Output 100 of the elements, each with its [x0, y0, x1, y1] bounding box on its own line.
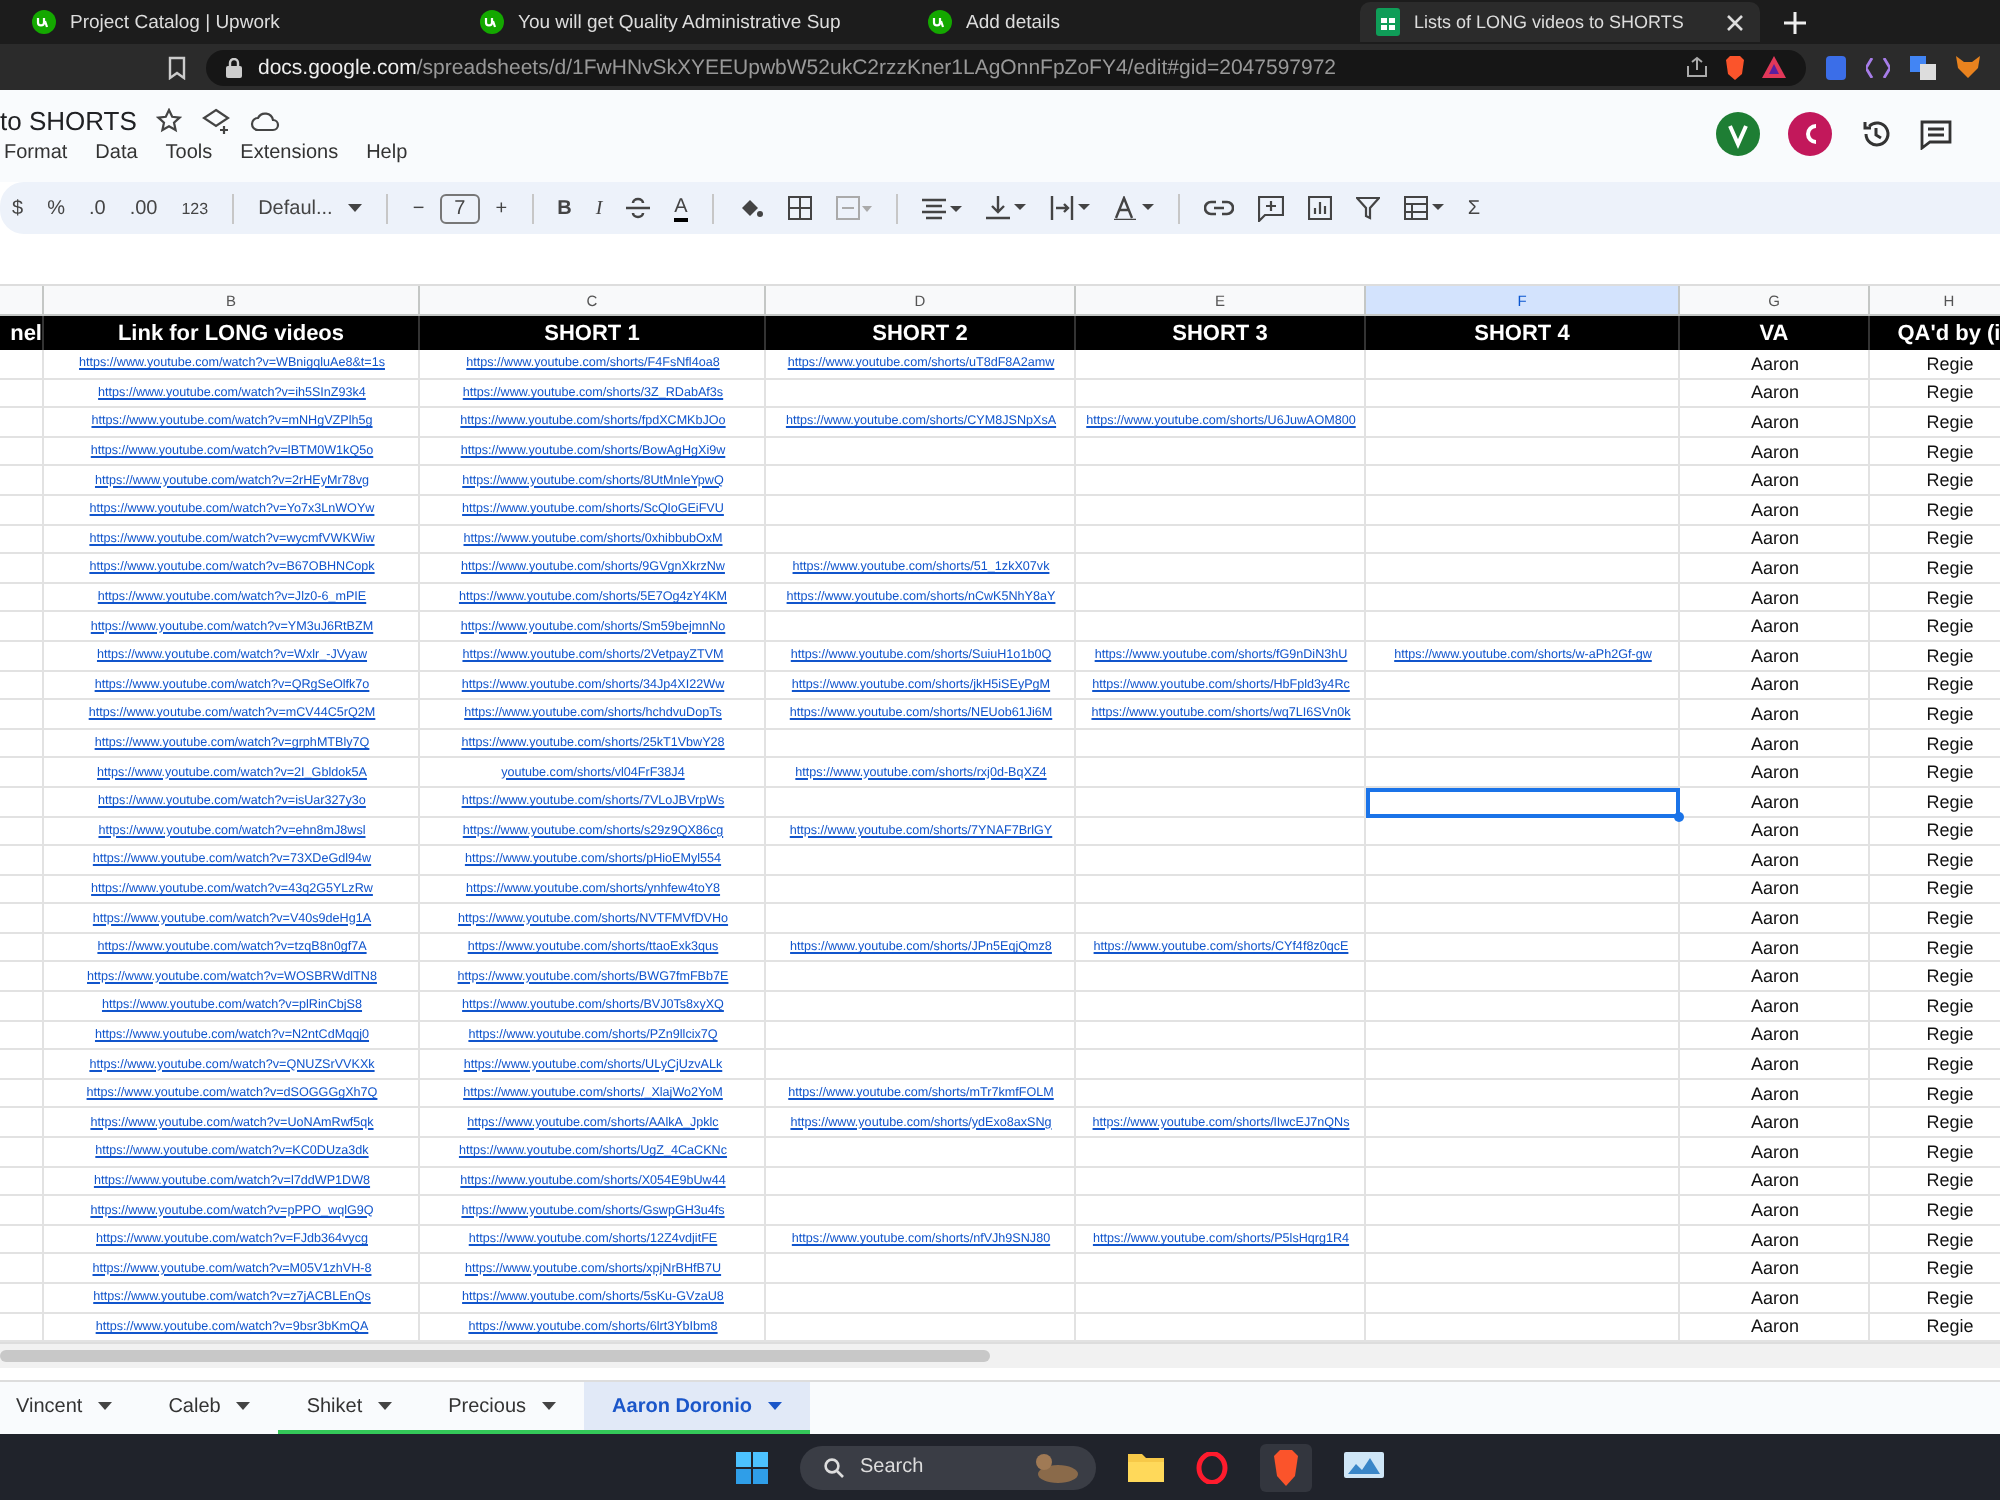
- sheet-tab[interactable]: Vincent: [0, 1382, 141, 1434]
- table-cell-text: Aaron: [1748, 585, 1802, 611]
- sheets-icon: [1376, 8, 1400, 36]
- table-cell-text: Regie: [1924, 468, 1976, 494]
- caret-icon[interactable]: [98, 1402, 113, 1410]
- document-title[interactable]: to SHORTS: [0, 106, 137, 136]
- lion-icon[interactable]: [1270, 1449, 1302, 1485]
- align-icon[interactable]: [921, 197, 962, 219]
- search-icon: [824, 1457, 844, 1477]
- lion-icon[interactable]: [1724, 55, 1746, 79]
- comment-icon[interactable]: [1920, 119, 1952, 149]
- menu-item[interactable]: Format: [4, 142, 68, 164]
- vertical-align-icon[interactable]: [985, 196, 1026, 220]
- bookmark-icon[interactable]: [168, 55, 186, 79]
- table-cell-text: Regie: [1924, 409, 1976, 436]
- menu-item[interactable]: Extensions: [240, 142, 339, 164]
- table-cell-text: Aaron: [1748, 935, 1802, 961]
- strikethrough-icon[interactable]: [626, 196, 651, 220]
- table-cell-text: Aaron: [1748, 526, 1802, 553]
- new-tab-icon[interactable]: [1784, 11, 1806, 33]
- selected-cell[interactable]: [1366, 787, 1680, 817]
- move-icon[interactable]: [202, 108, 231, 134]
- bold-button[interactable]: B: [557, 197, 572, 219]
- menu-item[interactable]: Help: [366, 142, 408, 164]
- filter-views-icon[interactable]: [1403, 196, 1444, 220]
- browser-tab[interactable]: You will get Quality Administrative Sup: [464, 2, 908, 42]
- sheet-tab[interactable]: Aaron Doronio: [584, 1382, 811, 1434]
- caret-icon[interactable]: [378, 1402, 393, 1410]
- extension-icon[interactable]: [1826, 55, 1846, 79]
- filter-icon[interactable]: [1355, 196, 1380, 220]
- table-cell-text: Regie: [1924, 380, 1976, 407]
- add-comment-icon[interactable]: [1257, 195, 1284, 221]
- table-cell-text: Aaron: [1748, 993, 1802, 1020]
- functions-button[interactable]: Σ: [1467, 197, 1481, 219]
- decrease-decimals-button[interactable]: .0: [88, 197, 106, 219]
- address-field[interactable]: docs.google.com/spreadsheets/d/1FwHNvSkXYEEUpwbW52ukC2rzzKner1LAgOnnFpZoFY4/edit#gid=2047597972: [206, 49, 1806, 85]
- table-cell-text: Aaron: [1748, 701, 1802, 728]
- avatar-icon[interactable]: [1716, 112, 1760, 156]
- table-cell-text: Aaron: [1748, 906, 1802, 932]
- menu-item[interactable]: Data: [95, 142, 138, 164]
- table-cell-text: Regie: [1924, 701, 1976, 728]
- caret-icon[interactable]: [348, 204, 363, 212]
- folder-icon[interactable]: [1128, 1452, 1164, 1482]
- translate-icon[interactable]: [1910, 55, 1936, 79]
- close-icon[interactable]: [1726, 13, 1744, 31]
- windows-icon[interactable]: [736, 1451, 768, 1483]
- table-cell-text: Aaron: [1748, 1052, 1802, 1078]
- upwork-icon: [32, 10, 56, 34]
- brackets-icon[interactable]: [1866, 57, 1890, 77]
- table-cell-text: Regie: [1924, 1285, 1976, 1312]
- table-cell-text: Aaron: [1748, 614, 1802, 640]
- history-icon[interactable]: [1860, 118, 1892, 150]
- increase-size-button[interactable]: +: [495, 197, 508, 219]
- caret-icon[interactable]: [542, 1402, 557, 1410]
- cloud-icon[interactable]: [250, 110, 281, 132]
- table-cell-text: Aaron: [1748, 672, 1802, 699]
- browser-tab[interactable]: Lists of LONG videos to SHORTS: [1360, 2, 1760, 42]
- browser-tab[interactable]: Project Catalog | Upwork: [16, 2, 460, 42]
- ring-icon[interactable]: [1196, 1451, 1228, 1483]
- avatar-icon[interactable]: [1788, 112, 1832, 156]
- table-cell-text: Regie: [1924, 760, 1976, 786]
- table-cell-text: Regie: [1924, 555, 1976, 582]
- link-icon[interactable]: [1203, 200, 1234, 216]
- wrap-icon[interactable]: [1049, 196, 1090, 220]
- table-cell-text: Regie: [1924, 1168, 1976, 1195]
- table-cell-text: Aaron: [1748, 789, 1802, 815]
- decrease-size-button[interactable]: −: [412, 197, 425, 219]
- table-cell-text: Regie: [1924, 1314, 1976, 1341]
- monitor-icon[interactable]: [1344, 1452, 1384, 1482]
- table-cell-text: Regie: [1924, 731, 1976, 757]
- increase-decimals-button[interactable]: .00: [129, 197, 158, 219]
- currency-button[interactable]: $: [12, 197, 24, 219]
- font-size-field[interactable]: 7: [440, 193, 480, 223]
- fill-color-icon[interactable]: [737, 195, 764, 221]
- text-rotation-icon[interactable]: [1113, 196, 1154, 220]
- font-dropdown[interactable]: Defaul...: [258, 197, 333, 219]
- browser-tab[interactable]: Add details: [912, 2, 1356, 42]
- share-icon[interactable]: [1686, 56, 1708, 78]
- sheet-tab[interactable]: Caleb: [140, 1382, 279, 1434]
- upwork-icon: [928, 10, 952, 34]
- horizontal-scrollbar[interactable]: [0, 1350, 990, 1363]
- table-cell-text: Regie: [1924, 643, 1976, 670]
- table-cell-text: Aaron: [1748, 1198, 1802, 1224]
- star-icon[interactable]: [156, 108, 183, 134]
- text-color-button[interactable]: A: [674, 195, 688, 221]
- italic-button[interactable]: I: [595, 197, 603, 219]
- menu-item[interactable]: Tools: [165, 142, 213, 164]
- table-cell-text: Aaron: [1748, 731, 1802, 757]
- fox-icon[interactable]: [1956, 56, 1980, 78]
- caret-icon[interactable]: [768, 1402, 783, 1410]
- triangle-icon[interactable]: [1762, 56, 1786, 78]
- table-cell-text: Regie: [1924, 789, 1976, 815]
- table-cell-text: Regie: [1924, 672, 1976, 699]
- table-cell-text: Aaron: [1748, 1227, 1802, 1253]
- percent-button[interactable]: %: [47, 197, 65, 219]
- number-format-button[interactable]: 123: [181, 199, 209, 217]
- caret-icon[interactable]: [236, 1402, 251, 1410]
- taskbar-search[interactable]: Search: [800, 1445, 1096, 1489]
- chart-icon[interactable]: [1307, 196, 1332, 220]
- borders-icon[interactable]: [787, 196, 812, 220]
